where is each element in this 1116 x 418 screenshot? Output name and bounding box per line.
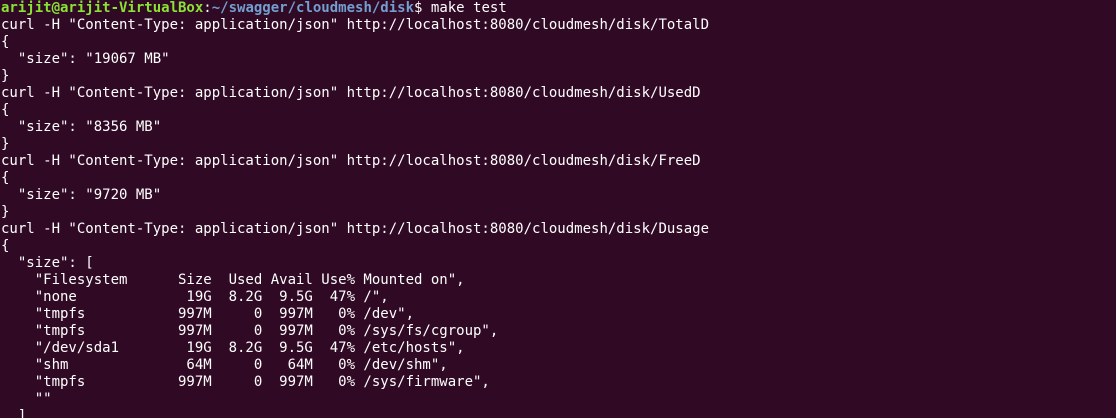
- output-line: "size": "9720 MB": [1, 187, 162, 203]
- output-line: }: [1, 136, 10, 152]
- prompt-separator: :: [203, 0, 212, 16]
- output-line: curl -H "Content-Type: application/json"…: [1, 153, 701, 169]
- prompt-user-host: arijit@arijit-VirtualBox: [1, 0, 204, 16]
- prompt-command: make test: [430, 0, 507, 16]
- prompt-symbol: $: [414, 0, 431, 16]
- terminal-window[interactable]: arijit@arijit-VirtualBox:~/swagger/cloud…: [0, 0, 1116, 418]
- output-line: ]: [1, 408, 27, 418]
- output-line: "shm 64M 0 64M 0% /dev/shm",: [1, 357, 448, 373]
- output-line: "tmpfs 997M 0 997M 0% /sys/firmware",: [1, 374, 490, 390]
- output-line: "Filesystem Size Used Avail Use% Mounted…: [1, 272, 465, 288]
- output-line: "none 19G 8.2G 9.5G 47% /",: [1, 289, 389, 305]
- output-line: {: [1, 102, 10, 118]
- output-line: "size": [: [1, 255, 94, 271]
- output-line: curl -H "Content-Type: application/json"…: [1, 17, 710, 33]
- terminal-output: arijit@arijit-VirtualBox:~/swagger/cloud…: [1, 0, 709, 418]
- output-line: "": [1, 391, 52, 407]
- output-line: }: [1, 204, 10, 220]
- output-line: "tmpfs 997M 0 997M 0% /dev",: [1, 306, 415, 322]
- output-line: {: [1, 34, 10, 50]
- output-line: curl -H "Content-Type: application/json"…: [1, 85, 701, 101]
- output-line: "size": "19067 MB": [1, 51, 170, 67]
- output-line: {: [1, 238, 10, 254]
- prompt-line: arijit@arijit-VirtualBox:~/swagger/cloud…: [1, 0, 709, 17]
- output-line: "tmpfs 997M 0 997M 0% /sys/fs/cgroup",: [1, 323, 499, 339]
- prompt-path: ~/swagger/cloudmesh/disk: [211, 0, 415, 16]
- output-line: "size": "8356 MB": [1, 119, 162, 135]
- output-line: curl -H "Content-Type: application/json"…: [1, 221, 710, 237]
- output-line: {: [1, 170, 10, 186]
- output-line: "/dev/sda1 19G 8.2G 9.5G 47% /etc/hosts"…: [1, 340, 465, 356]
- output-line: }: [1, 68, 10, 84]
